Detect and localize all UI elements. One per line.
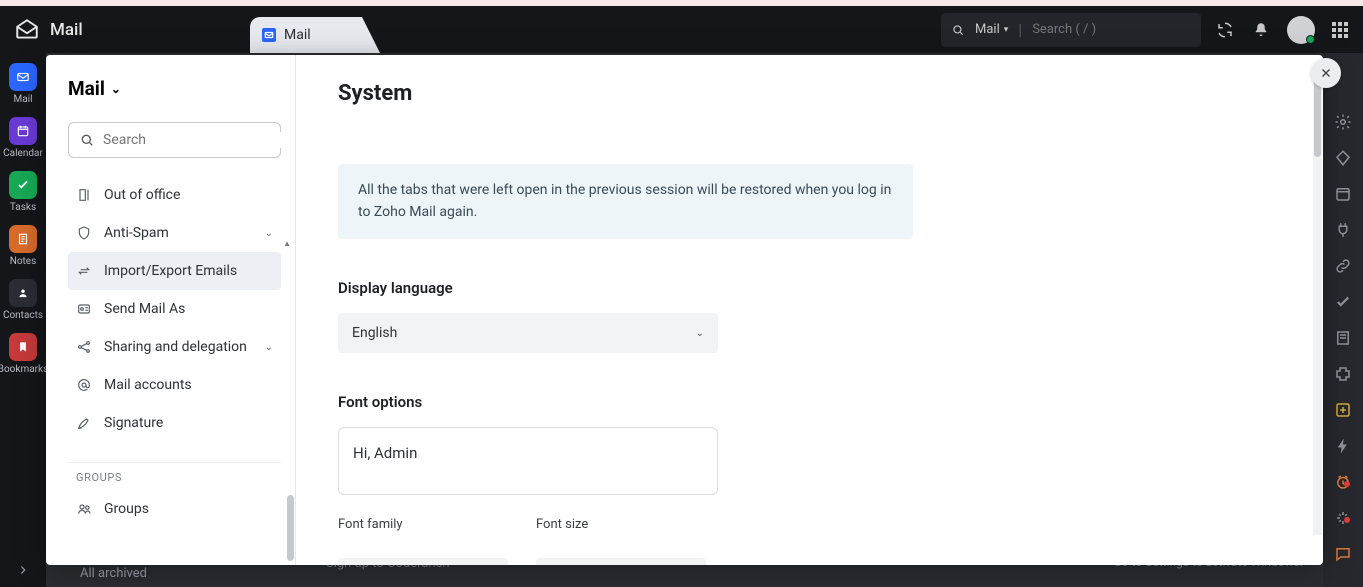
chevron-down-icon: ⌄ [111,82,121,96]
door-icon [76,187,92,203]
rail-item-notes[interactable]: Notes [1,225,45,267]
puzzle-icon[interactable] [1334,365,1352,383]
sync-icon[interactable] [1215,20,1235,40]
font-family-select[interactable]: Lato ⌄ [338,558,508,565]
chevron-down-icon: ▾ [1004,25,1009,35]
people-icon [76,501,92,517]
settings-main: System All the tabs that were left open … [296,55,1323,565]
bg-all-archived: All archived [80,566,147,581]
idcard-icon [76,301,92,317]
settings-sidebar: Mail ⌄ ▲ Out of office Anti-Spam ⌄ Impor… [46,55,296,565]
rail-item-contacts[interactable]: Contacts [1,279,45,321]
nav-signature[interactable]: Signature [68,404,281,442]
nav-sharing[interactable]: Sharing and delegation ⌄ [68,328,281,366]
top-actions [1215,16,1363,44]
display-language-select[interactable]: English ⌄ [338,313,718,353]
brand: Mail [0,17,250,43]
chevron-down-icon: ⌄ [696,328,704,339]
global-search[interactable]: Mail ▾ | [941,13,1201,47]
tab-strip: Mail [250,6,380,53]
bookmark-icon [9,333,37,361]
rail-item-calendar[interactable]: Calendar [1,117,45,159]
nav-import-export[interactable]: Import/Export Emails [68,252,281,290]
search-input[interactable] [1032,22,1198,37]
rail-item-mail[interactable]: Mail [1,63,45,105]
note-small-icon[interactable] [1334,329,1352,347]
mail-tab-icon [262,28,276,42]
right-widget-rail [1323,53,1363,587]
calendar-small-icon[interactable] [1334,185,1352,203]
font-family-label: Font family [338,517,508,532]
font-preview: Hi, Admin [338,427,718,495]
font-size-select[interactable]: Browser ⌄ [536,558,706,565]
top-bar: Mail Mail Mail ▾ | [0,6,1363,53]
settings-modal: Mail ⌄ ▲ Out of office Anti-Spam ⌄ Impor… [46,55,1323,565]
sidebar-scrollbar-thumb[interactable] [287,495,294,561]
swap-icon [76,263,92,279]
gear-icon[interactable] [1334,113,1352,131]
nav-groups[interactable]: Groups [68,490,281,528]
rail-item-tasks[interactable]: Tasks [1,171,45,213]
plus-box-icon[interactable] [1334,401,1352,419]
link-icon[interactable] [1334,257,1352,275]
brand-title: Mail [50,20,83,40]
diamond-icon[interactable] [1334,149,1352,167]
chat-icon[interactable] [1334,545,1352,563]
nav-mail-accounts[interactable]: Mail accounts [68,366,281,404]
check-small-icon[interactable] [1334,293,1352,311]
scroll-up-icon[interactable]: ▲ [283,239,291,248]
at-icon [76,377,92,393]
font-size-label: Font size [536,517,706,532]
settings-search-input[interactable] [103,132,281,148]
page-title: System [338,81,1277,106]
nav-anti-spam[interactable]: Anti-Spam ⌄ [68,214,281,252]
share-icon [76,339,92,355]
mail-icon [9,63,37,91]
avatar[interactable] [1287,16,1315,44]
contacts-icon [9,279,37,307]
sparkle-icon[interactable] [1334,509,1352,527]
search-scope[interactable]: Mail ▾ [975,22,1008,37]
app-rail: Mail Calendar Tasks Notes Contacts Bookm… [0,53,46,587]
check-icon [9,171,37,199]
search-icon [79,132,95,148]
chevron-down-icon: ⌄ [265,228,273,239]
search-icon [951,23,965,37]
sidebar-title[interactable]: Mail ⌄ [68,77,281,100]
nav-out-of-office[interactable]: Out of office [68,176,281,214]
presence-dot-icon [1306,35,1315,44]
calendar-icon [9,117,37,145]
rail-expand[interactable] [16,563,30,577]
settings-nav: Out of office Anti-Spam ⌄ Import/Export … [68,176,281,528]
mail-logo-icon [14,17,40,43]
shield-icon [76,225,92,241]
nav-groups-header: GROUPS [68,462,281,490]
close-button[interactable] [1311,58,1341,88]
plug-icon[interactable] [1334,221,1352,239]
notes-icon [9,225,37,253]
bell-icon[interactable] [1251,20,1271,40]
tab-mail[interactable]: Mail [250,17,380,53]
rail-item-bookmarks[interactable]: Bookmarks [1,333,45,375]
tab-label: Mail [284,27,311,43]
display-language-label: Display language [338,279,1277,297]
apps-grid-icon[interactable] [1331,21,1349,39]
font-options-label: Font options [338,393,1277,411]
info-banner: All the tabs that were left open in the … [338,164,913,239]
chevron-down-icon: ⌄ [265,342,273,353]
settings-search[interactable] [68,122,281,158]
bolt-icon[interactable] [1334,437,1352,455]
clock-icon[interactable] [1334,473,1352,491]
nav-send-mail-as[interactable]: Send Mail As [68,290,281,328]
pen-icon [76,415,92,431]
